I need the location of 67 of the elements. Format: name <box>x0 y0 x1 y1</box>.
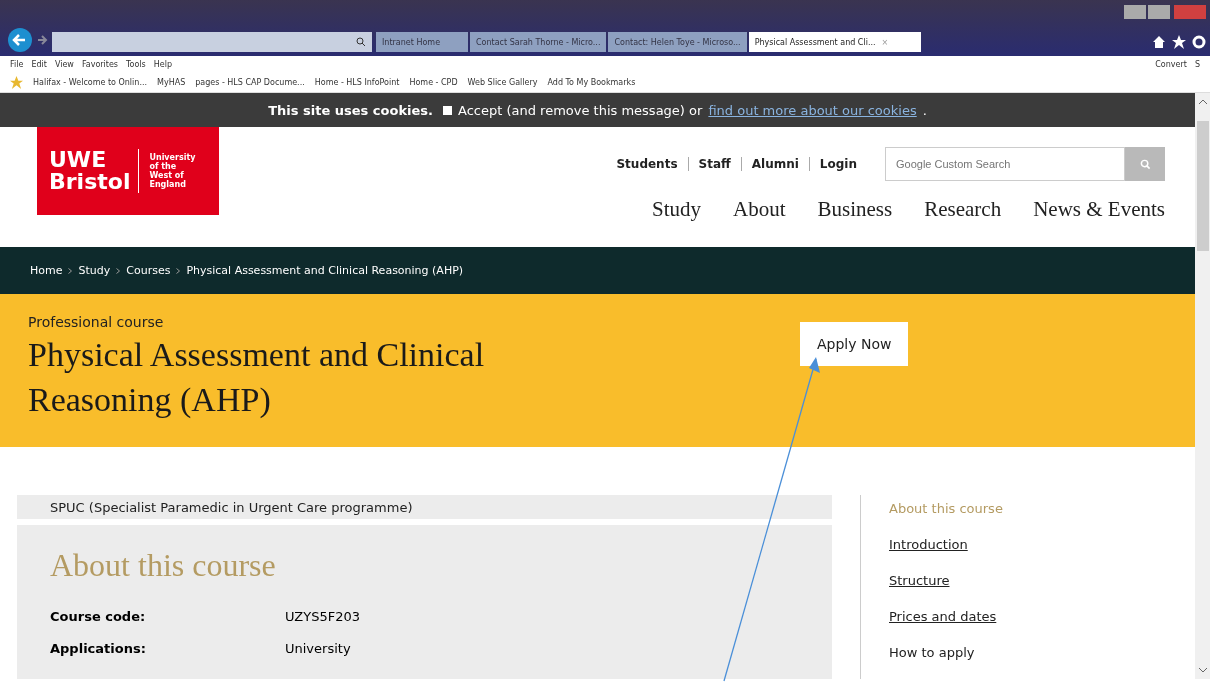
forward-icon[interactable] <box>36 34 48 46</box>
nav-link[interactable]: Study <box>652 197 701 222</box>
apply-button[interactable]: Apply Now <box>800 322 909 366</box>
breadcrumb-link[interactable]: Home <box>30 264 63 277</box>
side-nav-link[interactable]: Structure <box>889 573 950 588</box>
side-nav-link[interactable]: How to apply <box>889 645 975 660</box>
bookmark-link[interactable]: Add To My Bookmarks <box>547 77 636 87</box>
browser-tab[interactable]: Intranet Home <box>376 32 468 52</box>
address-field[interactable] <box>52 32 372 52</box>
nav-link[interactable]: Business <box>817 197 893 222</box>
breadcrumb-link[interactable]: Study <box>78 264 111 277</box>
fact-label: Course code: <box>50 608 147 624</box>
menu-item[interactable]: View <box>54 59 74 69</box>
chevron-icon <box>116 267 121 274</box>
home-icon[interactable] <box>1152 35 1166 49</box>
course-title: Physical Assessment and Clinical Reasoning (AHP) <box>28 335 486 420</box>
favorites-star-icon[interactable] <box>10 75 23 89</box>
utility-link[interactable]: Staff <box>698 157 731 171</box>
bookmark-link[interactable]: pages - HLS CAP Docume... <box>195 77 305 87</box>
accept-checkbox[interactable] <box>443 105 452 115</box>
chevron-icon <box>176 267 181 274</box>
programme-name: SPUC (Specialist Paramedic in Urgent Care programme) <box>50 499 413 515</box>
convert-button[interactable]: Convert <box>1155 59 1187 69</box>
bookmark-link[interactable]: MyHAS <box>157 77 186 87</box>
side-nav-link[interactable]: Prices and dates <box>889 609 997 624</box>
nav-link[interactable]: News & Events <box>1033 197 1165 222</box>
course-type: Professional course <box>28 314 165 330</box>
bookmark-link[interactable]: Home - CPD <box>409 77 458 87</box>
university-logo[interactable]: UWE Bristol University of the West of England <box>37 127 219 215</box>
nav-link[interactable]: Research <box>924 197 1002 222</box>
cookie-link[interactable]: find out more about our cookies <box>708 102 917 118</box>
menu-item[interactable]: Edit <box>31 59 47 69</box>
section-heading: About this course <box>50 547 277 584</box>
browser-tab[interactable]: Contact: Helen Toye - Microso... <box>608 32 747 52</box>
back-button[interactable] <box>8 28 32 52</box>
bookmark-link[interactable]: Home - HLS InfoPoint <box>314 77 400 87</box>
chevron-icon <box>68 267 73 274</box>
browser-tab[interactable]: Physical Assessment and Cli... × <box>748 32 921 52</box>
period: . <box>922 102 927 118</box>
settings-icon[interactable] <box>1192 35 1206 49</box>
menu-item[interactable]: Tools <box>126 59 146 69</box>
utility-link[interactable]: Login <box>819 157 857 171</box>
search-icon[interactable] <box>356 37 366 47</box>
bookmark-link[interactable]: Web Slice Gallery <box>467 77 538 87</box>
utility-link[interactable]: Alumni <box>751 157 799 171</box>
cookie-message: This site uses cookies. <box>268 102 433 118</box>
scroll-down-icon[interactable] <box>1197 667 1208 673</box>
menu-item[interactable]: File <box>10 59 24 69</box>
menu-item[interactable]: Help <box>153 59 172 69</box>
scroll-up-icon[interactable] <box>1197 99 1208 105</box>
toolbar-item[interactable]: S <box>1194 59 1200 69</box>
nav-link[interactable]: About <box>733 197 786 222</box>
star-icon[interactable] <box>1172 35 1186 49</box>
fact-value: UZYS5F203 <box>285 608 360 624</box>
fact-value: University <box>285 640 351 656</box>
menu-item[interactable]: Favorites <box>81 59 118 69</box>
search-field[interactable]: Google Custom Search <box>885 147 1125 181</box>
breadcrumb-link[interactable]: Courses <box>126 264 171 277</box>
breadcrumb-link[interactable]: Physical Assessment and Clinical Reasoning (AHP) <box>186 264 464 277</box>
fact-label: Applications: <box>50 640 147 656</box>
utility-link[interactable]: Students <box>616 157 678 171</box>
bookmark-link[interactable]: Halifax - Welcome to Onlin... <box>33 77 147 87</box>
side-nav-link[interactable]: Introduction <box>889 537 968 552</box>
scrollbar-thumb[interactable] <box>1196 121 1209 251</box>
browser-tab[interactable]: Contact Sarah Thorne - Micro... <box>470 32 607 52</box>
cookie-accept-text: Accept (and remove this message) or <box>458 102 703 118</box>
scrollbar[interactable] <box>1195 93 1210 679</box>
